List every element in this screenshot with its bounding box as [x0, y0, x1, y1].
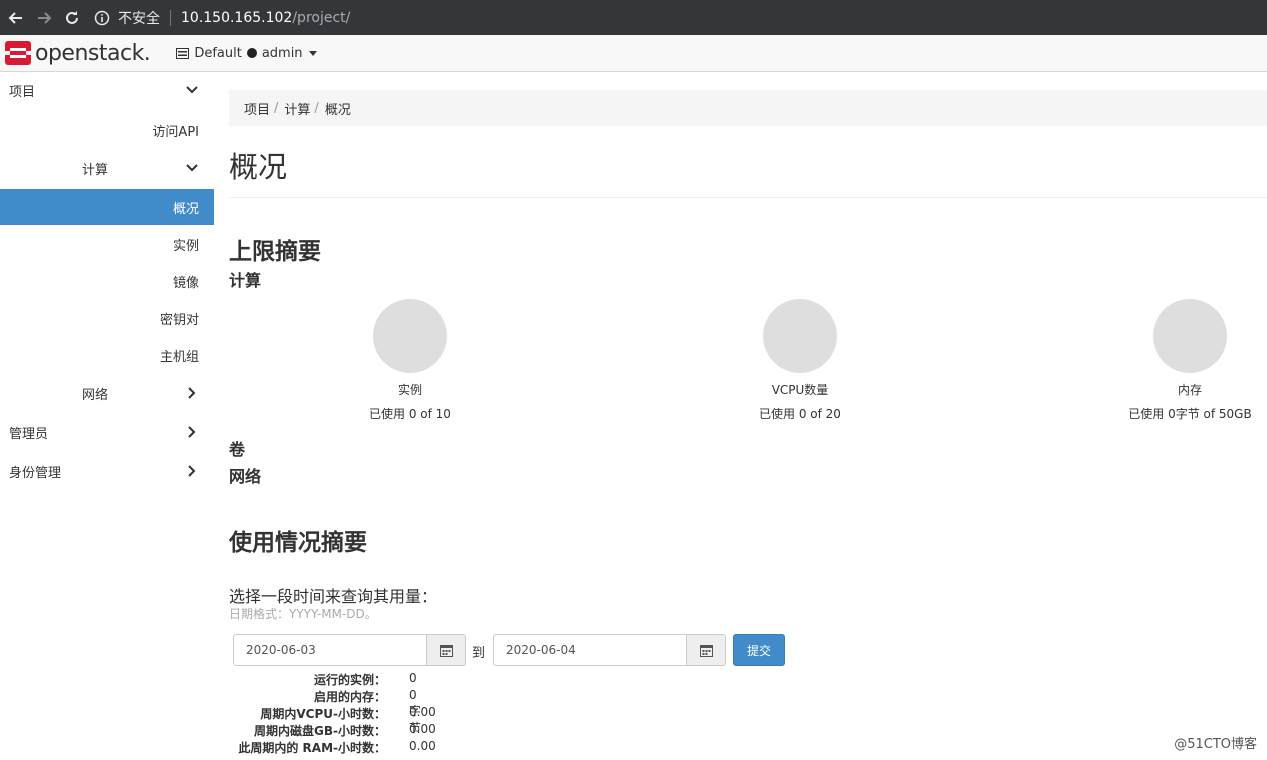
sidebar-item-label: 网络: [82, 387, 109, 403]
top-navbar: openstack. Default admin: [0, 35, 1267, 72]
chevron-down-icon: [186, 86, 198, 94]
sidebar-item-label: 身份管理: [9, 465, 62, 481]
project-icon: [176, 47, 190, 59]
browser-toolbar: 不安全 10.150.165.102/project/: [0, 0, 1267, 35]
sidebar-item-server-groups[interactable]: 主机组: [0, 337, 214, 373]
end-date-input[interactable]: [493, 634, 687, 666]
query-period-label: 选择一段时间来查询其用量：: [229, 587, 438, 606]
stat-value: 0.00: [409, 705, 436, 719]
end-date-calendar-button[interactable]: [687, 634, 726, 666]
caret-down-icon: [308, 50, 317, 56]
forward-button[interactable]: [32, 6, 56, 30]
sidebar-item-access-api[interactable]: 访问API: [0, 112, 214, 148]
main-content: 项目 / 计算 / 概况 概况 上限摘要 计算 实例 已使用 0 of 10 VCP…: [229, 72, 1267, 760]
sidebar: 项目 访问API 计算 概况 实例 镜像 密钥对 主机组 网络 管理员 身份管理: [0, 72, 214, 760]
limits-heading: 上限摘要: [229, 239, 321, 265]
domain-name: Default: [194, 45, 242, 61]
logo-text: openstack.: [35, 40, 151, 66]
calendar-icon: [439, 644, 453, 657]
instances-pie-title: 实例: [397, 383, 422, 397]
usage-heading: 使用情况摘要: [229, 530, 367, 556]
sidebar-item-label: 访问API: [152, 124, 199, 140]
submit-button[interactable]: 提交: [733, 634, 785, 666]
sidebar-item-instances[interactable]: 实例: [0, 226, 214, 262]
sidebar-item-label: 概况: [172, 201, 199, 217]
breadcrumb-item-project[interactable]: 项目: [244, 99, 270, 118]
arrow-right-icon: [38, 11, 52, 24]
security-label: 不安全: [118, 10, 160, 27]
sidebar-item-overview[interactable]: 概况: [0, 189, 214, 225]
user-name: admin: [261, 45, 303, 61]
breadcrumb: 项目 / 计算 / 概况: [229, 90, 1267, 126]
sidebar-item-network[interactable]: 网络: [0, 375, 214, 411]
page-title: 概况: [229, 150, 288, 184]
breadcrumb-separator: /: [314, 100, 319, 116]
network-heading: 网络: [229, 467, 262, 486]
address-bar[interactable]: 不安全 10.150.165.102/project/: [94, 8, 350, 28]
breadcrumb-item-compute[interactable]: 计算: [284, 99, 310, 118]
vcpu-pie-title: VCPU数量: [771, 383, 829, 397]
sidebar-item-label: 项目: [9, 84, 36, 100]
stat-value: 0.00: [409, 739, 436, 753]
url-host: 10.150.165.102: [181, 9, 293, 26]
sidebar-item-label: 主机组: [159, 349, 199, 365]
stat-value: 0: [409, 671, 417, 685]
sidebar-item-label: 计算: [82, 162, 109, 178]
chevron-right-icon: [188, 465, 196, 477]
chevron-right-icon: [188, 387, 196, 399]
date-format-help: 日期格式：YYYY-MM-DD。: [229, 607, 377, 621]
end-date-group: [493, 634, 726, 666]
sidebar-item-project[interactable]: 项目: [0, 72, 214, 108]
start-date-calendar-button[interactable]: [427, 634, 466, 666]
sidebar-item-label: 管理员: [9, 426, 49, 442]
breadcrumb-separator: /: [274, 100, 279, 116]
reload-icon: [66, 10, 78, 24]
sidebar-item-label: 密钥对: [159, 312, 199, 328]
project-selector[interactable]: Default admin: [176, 45, 317, 61]
sidebar-item-label: 镜像: [172, 275, 199, 291]
instances-pie-usage: 已使用 0 of 10: [369, 407, 451, 421]
sidebar-item-compute[interactable]: 计算: [0, 150, 214, 186]
date-to-label: 到: [472, 646, 486, 661]
reload-button[interactable]: [60, 6, 84, 30]
ram-pie-chart: [1153, 299, 1227, 373]
stat-key: 启用的内存：: [313, 690, 386, 704]
vcpu-pie-chart: [763, 299, 837, 373]
sidebar-item-identity[interactable]: 身份管理: [0, 453, 214, 489]
calendar-icon: [699, 644, 713, 657]
compute-heading: 计算: [229, 271, 262, 290]
sidebar-item-label: 实例: [172, 238, 199, 254]
stat-key: 周期内磁盘GB-小时数：: [254, 724, 386, 738]
chevron-right-icon: [188, 426, 196, 438]
stat-key: 周期内VCPU-小时数：: [260, 707, 386, 721]
sidebar-item-keypairs[interactable]: 密钥对: [0, 300, 214, 336]
watermark: @51CTO博客: [1174, 737, 1257, 752]
back-button[interactable]: [4, 6, 28, 30]
start-date-group: [233, 634, 466, 666]
stat-key: 此周期内的 RAM-小时数：: [238, 741, 386, 755]
sidebar-item-admin[interactable]: 管理员: [0, 414, 214, 450]
breadcrumb-item-overview: 概况: [324, 102, 351, 118]
stat-key: 运行的实例：: [313, 673, 386, 687]
openstack-logo[interactable]: openstack.: [4, 40, 151, 66]
ram-pie-usage: 已使用 0字节 of 50GB: [1128, 407, 1252, 421]
vcpu-pie-usage: 已使用 0 of 20: [759, 407, 841, 421]
url-path: /project/: [292, 9, 351, 26]
volume-heading: 卷: [229, 440, 246, 459]
openstack-logo-icon: [4, 41, 32, 65]
chevron-down-icon: [186, 164, 198, 172]
sidebar-item-images[interactable]: 镜像: [0, 263, 214, 299]
stat-value: 0.00: [409, 722, 436, 736]
info-icon[interactable]: [94, 10, 110, 26]
separator-dot: [246, 48, 257, 58]
title-divider: [229, 197, 1267, 198]
arrow-left-icon: [8, 11, 22, 24]
instances-pie-chart: [373, 299, 447, 373]
address-separator: [170, 9, 171, 26]
start-date-input[interactable]: [233, 634, 427, 666]
ram-pie-title: 内存: [1177, 383, 1202, 397]
